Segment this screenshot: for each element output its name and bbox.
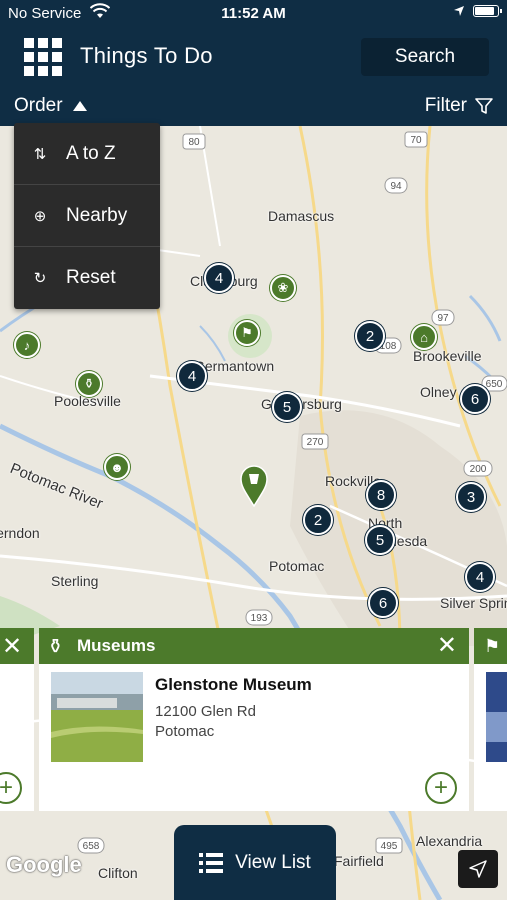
battery-icon [473,5,502,17]
filter-button[interactable]: Filter [425,95,493,117]
next-card-thumbnail [486,672,507,762]
town-label: Alexandria [416,833,483,849]
shield-97: 97 [437,313,449,324]
order-option-a-to-z[interactable]: ⇅ A to Z [14,123,160,185]
shield-70: 70 [410,135,422,146]
status-bar: No Service 11:52 AM [0,0,507,28]
list-icon [199,852,224,873]
navigation-arrow-icon [469,860,487,878]
funnel-icon [475,98,493,114]
map-cluster[interactable]: 6 [368,588,398,618]
poi-music-icon[interactable]: ♪ [14,332,40,358]
refresh-icon: ↻ [33,270,47,287]
close-icon[interactable]: ✕ [437,634,457,658]
map-cluster[interactable]: 2 [355,321,385,351]
order-option-label: Reset [66,267,116,288]
card-carousel[interactable]: ✕ + ⚱ Museums ✕ Glenstone Museum 12100 G… [0,628,507,811]
map-cluster[interactable]: 4 [465,562,495,592]
search-button[interactable]: Search [361,38,489,76]
location-arrow-icon [454,6,464,16]
menu-grid-icon[interactable] [24,38,62,76]
poi-nature-icon[interactable]: ❀ [270,275,296,301]
town-label: Potomac [269,558,325,574]
poi-landmark-icon[interactable]: ⌂ [411,324,437,350]
shield-495: 495 [381,841,398,852]
town-label: Olney [420,384,457,400]
shield-94: 94 [390,181,402,192]
clock: 11:52 AM [221,5,286,22]
place-card[interactable]: ⚱ Museums ✕ Glenstone Museum 12100 Glen … [39,628,469,811]
place-name: Glenstone Museum [155,675,312,694]
order-option-label: A to Z [66,142,116,164]
filter-label: Filter [424,95,467,116]
place-city: Potomac [155,723,215,740]
order-option-reset[interactable]: ↻ Reset [14,247,160,309]
close-icon[interactable]: ✕ [0,632,22,661]
card-category: Museums [77,636,156,655]
order-label: Order [14,95,63,116]
map-cluster[interactable]: 4 [204,263,234,293]
shield-200: 200 [470,464,487,475]
google-logo: Google [6,852,82,877]
shield-658: 658 [83,841,100,852]
order-button[interactable]: Order [14,95,87,117]
view-list-label: View List [235,851,311,873]
caret-up-icon [72,101,87,111]
map-cluster[interactable]: 6 [460,384,490,414]
town-label: Sterling [51,573,99,589]
add-button[interactable]: + [0,772,22,804]
my-location-button[interactable] [458,850,498,888]
order-option-label: Nearby [66,204,128,226]
town-label: Damascus [268,208,335,224]
place-address: 12100 Glen Rd [155,703,256,720]
town-label: Clifton [98,865,138,881]
map-cluster[interactable]: 8 [366,480,396,510]
selected-museum-pin-icon[interactable] [240,465,268,507]
poi-golf-icon[interactable]: ⚑ [234,320,260,346]
crosshair-icon: ⊕ [33,207,47,225]
poi-museum-icon[interactable]: ⚱ [76,371,102,397]
map-cluster[interactable]: 5 [272,392,302,422]
order-menu: ⇅ A to Z ⊕ Nearby ↻ Reset [14,123,160,309]
toolbar: Order Filter [0,86,507,126]
town-label: Herndon [0,525,40,541]
map-cluster[interactable]: 2 [303,505,333,535]
town-label: Silver Spring [440,595,507,611]
shield-193: 193 [251,613,268,624]
page-title: Things To Do [80,43,213,68]
map-cluster[interactable]: 4 [177,361,207,391]
shield-80: 80 [188,137,200,148]
museum-icon: ⚱ [47,635,64,658]
town-label: Brookeville [413,348,482,364]
prev-card[interactable]: ✕ + [0,628,34,811]
town-label: Fairfield [334,853,384,869]
add-button[interactable]: + [425,772,457,804]
view-list-button[interactable]: View List [174,825,336,900]
map-cluster[interactable]: 3 [456,482,486,512]
map-cluster[interactable]: 5 [365,525,395,555]
order-option-nearby[interactable]: ⊕ Nearby [14,185,160,247]
sort-az-icon: ⇅ [33,145,47,163]
next-card[interactable]: ⚑ [474,628,507,811]
golf-icon: ⚑ [484,635,501,656]
poi-family-icon[interactable]: ☻ [104,454,130,480]
place-thumbnail [51,672,143,762]
app-header: Things To Do Search [0,28,507,86]
shield-650: 650 [486,379,503,390]
shield-270: 270 [307,437,324,448]
